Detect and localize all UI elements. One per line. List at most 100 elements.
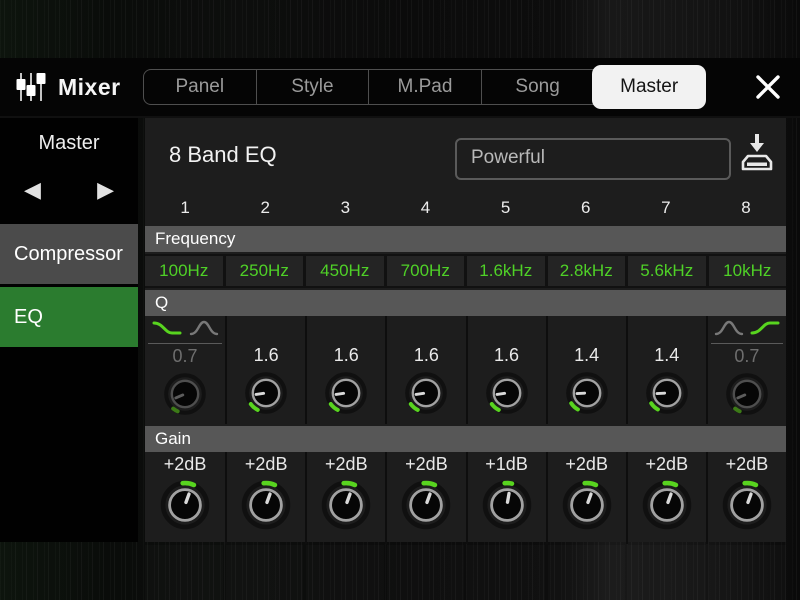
tab-mpad[interactable]: M.Pad [369,70,482,104]
frequency-value-band-2[interactable]: 250Hz [226,256,304,286]
sidebar: Master ◀ ▶ Compressor EQ [0,118,138,542]
gain-value: +2dB [145,453,225,476]
gain-band-4[interactable]: +2dB [385,452,465,544]
peak-icon[interactable] [188,318,220,343]
filter-type-slot [631,318,703,343]
next-part-arrow-icon[interactable]: ▶ [97,176,114,204]
frequency-value-band-5[interactable]: 1.6kHz [467,256,545,286]
tab-master[interactable]: Master [593,66,705,108]
q-value: 1.4 [548,344,626,367]
q-knob[interactable] [708,370,786,418]
q-band-5[interactable]: 1.6 [466,316,546,424]
eq-title: 8 Band EQ [169,142,277,168]
q-knob[interactable] [145,370,225,418]
gain-band-1[interactable]: +2dB [145,452,225,544]
q-value: 1.6 [468,344,546,367]
gain-band-2[interactable]: +2dB [225,452,305,544]
frequency-value-band-3[interactable]: 450Hz [306,256,384,286]
gain-knob[interactable] [387,477,465,533]
q-band-4[interactable]: 1.6 [385,316,465,424]
q-band-6[interactable]: 1.4 [546,316,626,424]
gain-knob[interactable] [145,477,225,533]
q-knob[interactable] [307,369,385,417]
gain-band-7[interactable]: +2dB [626,452,706,544]
close-icon[interactable] [754,73,782,101]
q-knob[interactable] [548,369,626,417]
q-knob[interactable] [387,369,465,417]
gain-band-8[interactable]: +2dB [706,452,786,544]
bottom-column-guides [145,545,786,600]
frequency-value-band-8[interactable]: 10kHz [709,256,787,286]
gain-band-5[interactable]: +1dB [466,452,546,544]
save-icon[interactable] [740,132,774,176]
sidebar-item-eq[interactable]: EQ [0,287,138,347]
filter-type-slot [390,318,462,343]
low-shelf-icon[interactable] [151,318,183,343]
gain-value: +2dB [628,453,706,476]
gain-knob[interactable] [307,477,385,533]
gain-knob[interactable] [628,477,706,533]
q-band-7[interactable]: 1.4 [626,316,706,424]
q-section-header: Q [145,290,786,316]
gain-value: +1dB [468,453,546,476]
band-number-8: 8 [706,192,786,224]
sidebar-item-compressor[interactable]: Compressor [0,224,138,284]
tab-style[interactable]: Style [257,70,370,104]
part-selector-label: Master [0,132,138,155]
mixer-icon [14,70,48,109]
peak-icon[interactable] [713,318,745,343]
gain-value: +2dB [708,453,786,476]
gain-knob[interactable] [708,477,786,533]
eq-panel: 8 Band EQ Powerful 12345678 Frequency 10… [145,118,786,542]
tab-panel[interactable]: Panel [144,70,257,104]
frequency-value-band-4[interactable]: 700Hz [387,256,465,286]
q-knob[interactable] [227,369,305,417]
q-band-1[interactable]: 0.7 [145,316,225,424]
band-number-1: 1 [145,192,225,224]
q-row: 0.71.61.61.61.61.41.40.7 [145,316,786,424]
gain-value: +2dB [227,453,305,476]
band-number-4: 4 [385,192,465,224]
page-title: Mixer [58,58,121,116]
band-number-2: 2 [225,192,305,224]
gain-section-header: Gain [145,426,786,452]
filter-type-slot [148,318,222,344]
gain-knob[interactable] [548,477,626,533]
band-number-6: 6 [546,192,626,224]
gain-row: +2dB+2dB+2dB+2dB+1dB+2dB+2dB+2dB [145,452,786,544]
tab-song[interactable]: Song [482,70,595,104]
frequency-value-band-6[interactable]: 2.8kHz [548,256,626,286]
q-band-3[interactable]: 1.6 [305,316,385,424]
title-bar: Mixer Panel Style M.Pad Song Master [0,58,800,118]
gain-band-3[interactable]: +2dB [305,452,385,544]
q-value: 1.6 [227,344,305,367]
frequency-section-header: Frequency [145,226,786,252]
frequency-row: 100Hz250Hz450Hz700Hz1.6kHz2.8kHz5.6kHz10… [145,254,786,288]
q-value: 1.4 [628,344,706,367]
band-number-3: 3 [305,192,385,224]
filter-type-slot [471,318,543,343]
q-band-8[interactable]: 0.7 [706,316,786,424]
q-band-2[interactable]: 1.6 [225,316,305,424]
q-knob[interactable] [468,369,546,417]
gain-value: +2dB [548,453,626,476]
q-value: 0.7 [145,345,225,368]
band-number-5: 5 [466,192,546,224]
gain-knob[interactable] [227,477,305,533]
mixer-tab-group: Panel Style M.Pad Song Master [143,69,705,105]
band-number-row: 12345678 [145,192,786,224]
frequency-value-band-1[interactable]: 100Hz [145,256,223,286]
high-shelf-icon[interactable] [749,318,781,343]
q-value: 0.7 [708,345,786,368]
frequency-value-band-7[interactable]: 5.6kHz [628,256,706,286]
q-knob[interactable] [628,369,706,417]
eq-panel-header: 8 Band EQ Powerful [145,118,786,192]
gain-knob[interactable] [468,477,546,533]
band-number-7: 7 [626,192,706,224]
gain-band-6[interactable]: +2dB [546,452,626,544]
part-selector: Master ◀ ▶ [0,118,138,224]
q-value: 1.6 [387,344,465,367]
preset-selector[interactable]: Powerful [455,138,731,180]
prev-part-arrow-icon[interactable]: ◀ [24,176,41,204]
filter-type-slot [230,318,302,343]
